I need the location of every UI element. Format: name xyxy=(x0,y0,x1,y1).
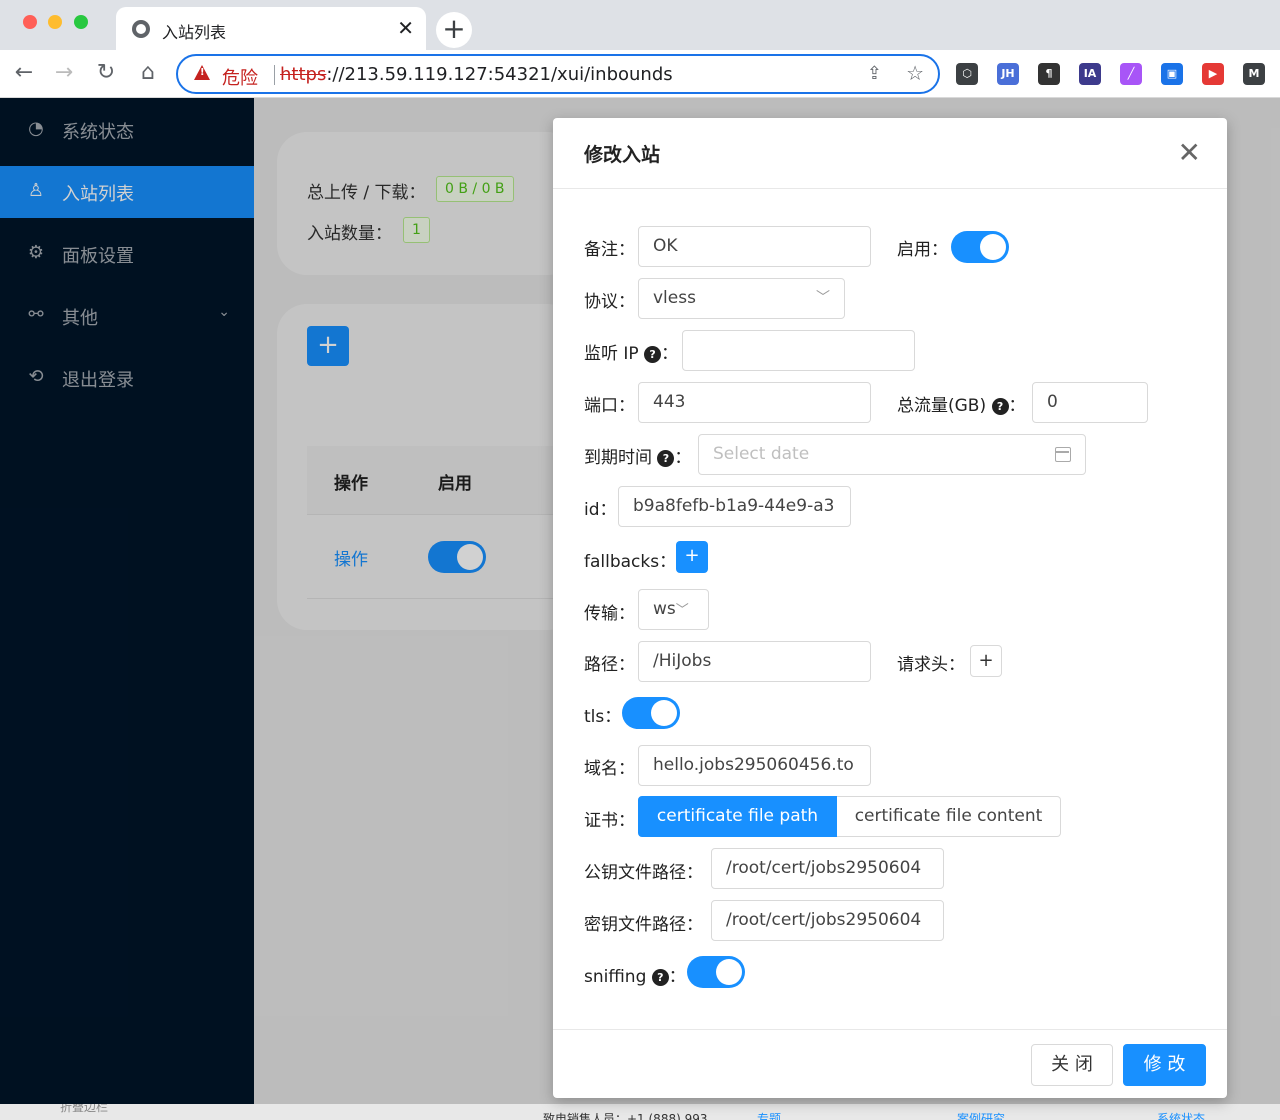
cancel-button[interactable]: 关 闭 xyxy=(1031,1044,1113,1086)
expire-time-colon: ： xyxy=(674,448,692,468)
help-icon[interactable]: ? xyxy=(657,450,675,467)
add-header-button[interactable]: + xyxy=(970,645,1002,677)
forward-icon[interactable]: → xyxy=(50,60,78,85)
new-tab-button[interactable]: + xyxy=(436,12,472,48)
modal-footer: 关 闭 修 改 xyxy=(553,1029,1227,1098)
add-fallback-button[interactable]: + xyxy=(676,541,708,573)
listen-ip-colon: ： xyxy=(661,344,679,364)
private-key-path-input[interactable]: /root/cert/jobs2950604 xyxy=(711,900,944,941)
tls-toggle[interactable] xyxy=(622,697,680,729)
footer-status-link[interactable]: 系统状态 xyxy=(1157,1110,1205,1120)
modal-header: 修改入站 ✕ xyxy=(553,118,1227,189)
protocol-value: vless xyxy=(653,288,696,308)
certificate-mode-group: certificate file path certificate file c… xyxy=(638,796,1061,837)
pen-extension-icon[interactable]: ╱ xyxy=(1120,63,1142,85)
total-traffic-label-text: 总流量(GB) xyxy=(897,396,987,416)
enable-toggle[interactable] xyxy=(951,231,1009,263)
jh-extension-icon[interactable]: JH xyxy=(997,63,1019,85)
chevron-down-icon: ﹀ xyxy=(675,603,689,618)
help-icon[interactable]: ? xyxy=(651,969,669,986)
public-key-path-label: 公钥文件路径： xyxy=(584,863,703,883)
listen-ip-input[interactable] xyxy=(682,330,915,371)
collapse-sidebar-link[interactable]: 折叠边栏 xyxy=(60,1104,108,1115)
expire-time-label-text: 到期时间 xyxy=(584,448,652,468)
footer-sales: 致电销售人员：+1 (888) 993 xyxy=(543,1112,708,1120)
port-input[interactable]: 443 xyxy=(638,382,871,423)
pilcrow-extension-icon[interactable]: ¶ xyxy=(1038,63,1060,85)
domain-input[interactable]: hello.jobs295060456.to xyxy=(638,745,871,786)
fallbacks-label: fallbacks： xyxy=(584,552,677,572)
chevron-down-icon: ﹀ xyxy=(816,290,830,306)
path-label: 路径： xyxy=(584,655,635,675)
expire-date-picker[interactable]: Select date xyxy=(698,434,1086,475)
protocol-select[interactable]: vless ﹀ xyxy=(638,278,845,319)
protocol-label: 协议： xyxy=(584,292,635,312)
url-protocol: https xyxy=(280,64,327,85)
network-value: ws xyxy=(653,599,676,619)
globe-icon xyxy=(132,20,150,38)
private-key-path-label: 密钥文件路径： xyxy=(584,915,703,935)
port-label: 端口： xyxy=(584,396,635,416)
sniffing-colon: ： xyxy=(668,967,686,987)
bookmark-star-icon[interactable]: ☆ xyxy=(906,61,924,85)
home-icon[interactable]: ⌂ xyxy=(134,60,162,85)
back-icon[interactable]: ← xyxy=(10,60,38,85)
listen-ip-label-text: 监听 IP xyxy=(584,344,639,364)
page-footer: 折叠边栏 致电销售人员：+1 (888) 993 专题 案例研究 系统状态 xyxy=(0,1104,1280,1120)
address-bar[interactable]: 危险 https://213.59.119.127:54321/xui/inbo… xyxy=(176,54,940,94)
reload-icon[interactable]: ↻ xyxy=(92,60,120,85)
warning-icon xyxy=(194,65,210,80)
tab-close-icon[interactable]: ✕ xyxy=(397,16,414,40)
cert-file-path-option[interactable]: certificate file path xyxy=(638,796,837,837)
close-icon[interactable]: ✕ xyxy=(1178,136,1201,169)
cert-file-content-option[interactable]: certificate file content xyxy=(837,796,1061,837)
enable-label: 启用： xyxy=(897,240,948,260)
security-warning-label[interactable]: 危险 xyxy=(222,64,258,90)
screenshot-extension-icon[interactable]: ▣ xyxy=(1161,63,1183,85)
youtube-extension-icon[interactable]: ▶ xyxy=(1202,63,1224,85)
network-select[interactable]: ws﹀ xyxy=(638,589,709,630)
minimize-window-button[interactable] xyxy=(48,15,62,29)
tab-title: 入站列表 xyxy=(162,23,227,42)
remark-input[interactable]: OK xyxy=(638,226,871,267)
browser-titlebar: 入站列表 ✕ + xyxy=(0,0,1280,50)
tls-label: tls： xyxy=(584,707,622,727)
network-label: 传输： xyxy=(584,604,635,624)
edit-inbound-modal: 修改入站 ✕ 备注： OK 启用： 协议： vless ﹀ 监听 IP ?： 端… xyxy=(553,118,1227,1098)
listen-ip-label: 监听 IP ?： xyxy=(584,339,678,364)
total-traffic-input[interactable]: 0 xyxy=(1032,382,1148,423)
help-icon[interactable]: ? xyxy=(644,346,662,363)
certificate-label: 证书： xyxy=(584,811,635,831)
maximize-window-button[interactable] xyxy=(74,15,88,29)
expire-time-label: 到期时间 ?： xyxy=(584,443,691,468)
url-rest: ://213.59.119.127:54321/xui/inbounds xyxy=(326,64,673,85)
request-headers-label: 请求头： xyxy=(897,655,965,675)
close-window-button[interactable] xyxy=(23,15,37,29)
sniffing-toggle[interactable] xyxy=(687,956,745,988)
help-icon[interactable]: ? xyxy=(991,398,1009,415)
sniffing-label: sniffing ?： xyxy=(584,962,686,987)
id-label: id： xyxy=(584,500,617,520)
remark-label: 备注： xyxy=(584,240,635,260)
sniffing-label-text: sniffing xyxy=(584,967,647,987)
browser-tab[interactable]: 入站列表 ✕ xyxy=(116,7,426,50)
share-icon[interactable]: ⇪ xyxy=(867,63,882,84)
public-key-path-input[interactable]: /root/cert/jobs2950604 xyxy=(711,848,944,889)
total-traffic-label: 总流量(GB) ?： xyxy=(897,391,1026,416)
path-input[interactable]: /HiJobs xyxy=(638,641,871,682)
domain-label: 域名： xyxy=(584,759,635,779)
calendar-icon xyxy=(1055,447,1071,462)
cube-extension-icon[interactable]: ⬡ xyxy=(956,63,978,85)
save-button[interactable]: 修 改 xyxy=(1123,1044,1206,1086)
url-text[interactable]: https://213.59.119.127:54321/xui/inbound… xyxy=(280,64,673,85)
ia-extension-icon[interactable]: IA xyxy=(1079,63,1101,85)
id-input[interactable]: b9a8fefb-b1a9-44e9-a3 xyxy=(618,486,851,527)
modal-title: 修改入站 xyxy=(584,144,661,166)
address-separator xyxy=(274,65,275,85)
total-traffic-colon: ： xyxy=(1008,396,1026,416)
footer-cases-link[interactable]: 案例研究 xyxy=(957,1110,1005,1120)
expire-date-placeholder: Select date xyxy=(713,444,810,464)
footer-topic-link[interactable]: 专题 xyxy=(757,1110,781,1120)
m-extension-icon[interactable]: M xyxy=(1243,63,1265,85)
